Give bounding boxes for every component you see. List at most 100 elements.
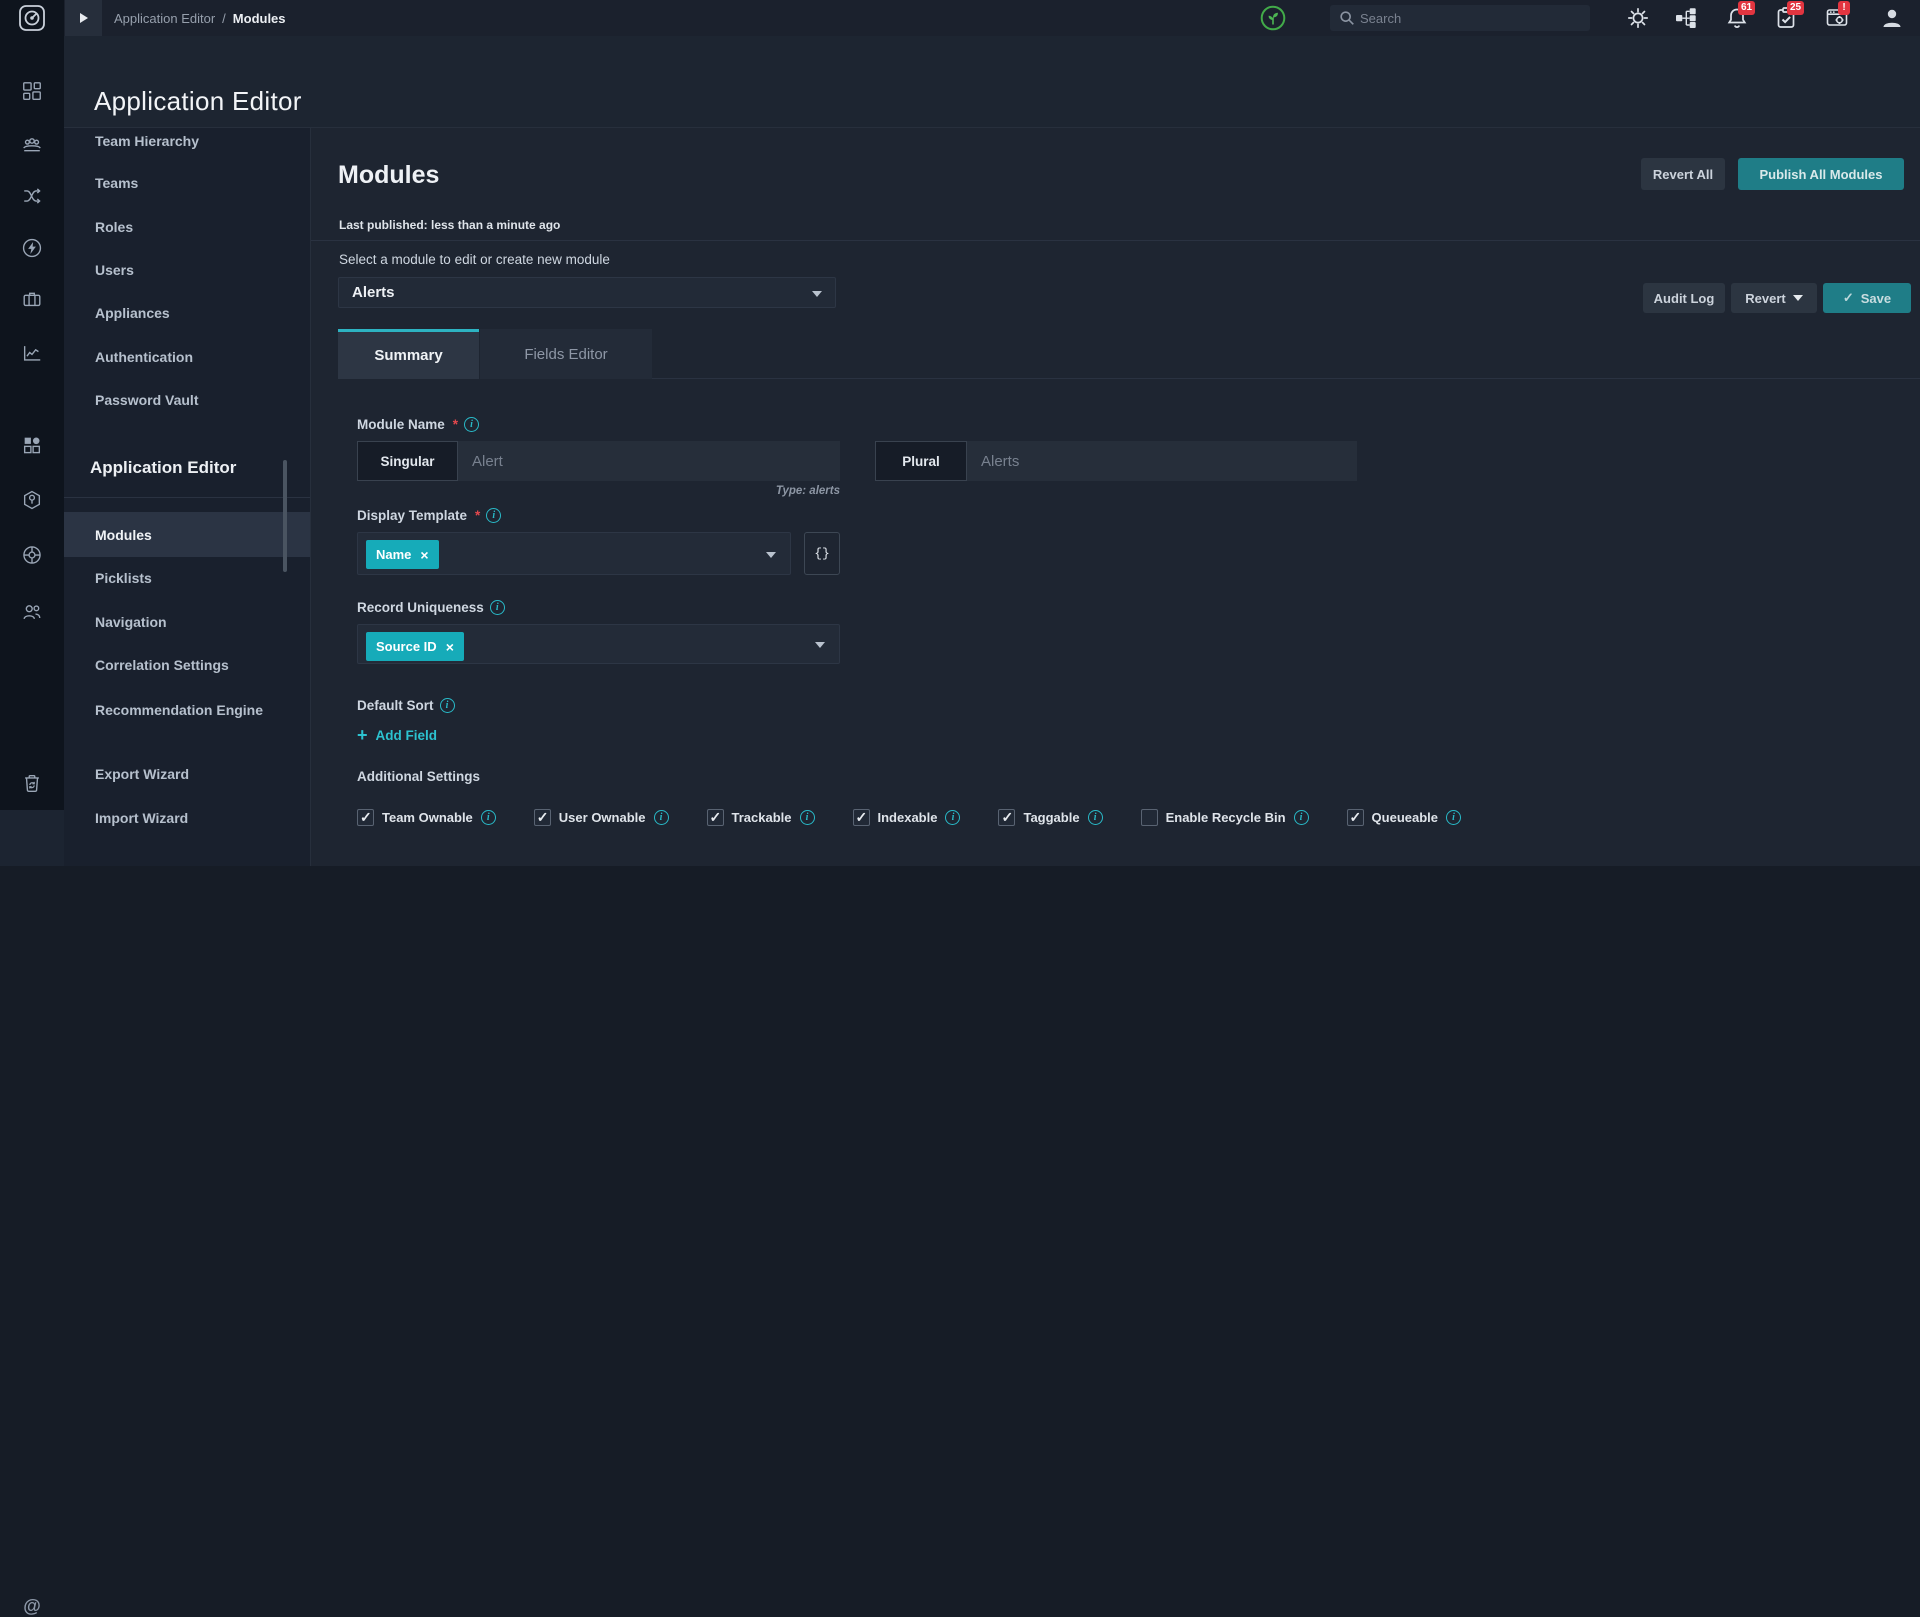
settings-gear-icon[interactable] <box>1626 6 1650 30</box>
info-icon[interactable]: i <box>1293 810 1309 825</box>
user-ownable-checkbox[interactable] <box>533 809 551 826</box>
additional-settings-label-text: Additional Settings <box>357 769 480 784</box>
module-name-label: Module Name * i <box>357 417 1900 432</box>
sidebar-item-recommendation-engine[interactable]: Recommendation Engine <box>64 699 264 721</box>
war-room-briefcase-icon[interactable] <box>21 288 43 310</box>
singular-name-input[interactable]: Alert <box>458 441 840 481</box>
search-input[interactable] <box>1360 5 1585 31</box>
module-select-dropdown[interactable]: Alerts <box>338 277 836 308</box>
setting-trackable: Trackable i <box>706 809 815 826</box>
module-select-value: Alerts <box>352 284 395 301</box>
breadcrumb-section[interactable]: Application Editor <box>114 11 215 26</box>
chevron-down-icon <box>766 552 776 558</box>
sidebar-item-export-wizard[interactable]: Export Wizard <box>64 764 310 784</box>
user-community-icon[interactable] <box>21 601 43 623</box>
display-template-select[interactable]: Name × <box>357 532 791 575</box>
queueable-checkbox[interactable] <box>1346 809 1364 826</box>
info-icon[interactable]: i <box>464 417 480 432</box>
sidebar-item-password-vault[interactable]: Password Vault <box>64 390 310 410</box>
info-icon[interactable]: i <box>480 810 496 825</box>
record-uniqueness-select[interactable]: Source ID × <box>357 624 840 664</box>
widgets-icon[interactable] <box>21 434 43 456</box>
sidebar-item-appliances[interactable]: Appliances <box>64 303 310 323</box>
sidebar-item-users[interactable]: Users <box>64 260 310 280</box>
setting-team-ownable: Team Ownable i <box>357 809 496 826</box>
notifications-bell-icon[interactable]: 61 <box>1725 1 1756 30</box>
approvals-clipboard-icon[interactable]: 25 <box>1774 1 1805 30</box>
rail-bottom-section: @ <box>0 810 64 1616</box>
help-wheel-icon[interactable] <box>21 544 43 566</box>
revert-button[interactable]: Revert <box>1731 283 1817 313</box>
info-icon[interactable]: i <box>799 810 815 825</box>
app-logo[interactable] <box>0 0 64 36</box>
page-title: Application Editor <box>94 86 302 116</box>
system-health-icon[interactable] <box>1260 5 1286 31</box>
enable-recycle-bin-checkbox[interactable] <box>1140 809 1158 826</box>
icon-rail: @ <box>0 36 64 1616</box>
sidebar-item-team-hierarchy[interactable]: Team Hierarchy <box>64 131 310 151</box>
info-icon[interactable]: i <box>439 698 455 713</box>
system-tasks-icon[interactable]: ! <box>1825 1 1850 30</box>
indexable-checkbox[interactable] <box>852 809 870 826</box>
breadcrumb-page[interactable]: Modules <box>233 11 286 26</box>
sidebar-item-import-wizard[interactable]: Import Wizard <box>64 808 310 828</box>
approvals-badge: 25 <box>1787 1 1805 15</box>
display-template-label-text: Display Template <box>357 508 468 523</box>
shuffle-icon[interactable] <box>21 185 43 207</box>
chip-remove-icon[interactable]: × <box>420 547 428 563</box>
revert-all-button[interactable]: Revert All <box>1641 158 1725 190</box>
automation-bolt-icon[interactable] <box>21 237 43 259</box>
info-icon[interactable]: i <box>486 508 502 523</box>
compass-logo-icon <box>19 5 45 31</box>
taggable-checkbox[interactable] <box>998 809 1016 826</box>
reports-chart-icon[interactable] <box>21 342 43 364</box>
sidebar-section-title: Application Editor <box>90 458 237 477</box>
page-title-band: Application Editor <box>64 36 1920 128</box>
notifications-badge: 61 <box>1738 1 1756 15</box>
save-button[interactable]: ✓ Save <box>1823 283 1911 313</box>
setting-user-ownable: User Ownable i <box>533 809 669 826</box>
setting-taggable: Taggable i <box>998 809 1103 826</box>
tab-fields-editor[interactable]: Fields Editor <box>479 329 652 379</box>
publish-all-modules-button[interactable]: Publish All Modules <box>1738 158 1904 190</box>
info-icon[interactable]: i <box>489 600 505 615</box>
audit-log-button[interactable]: Audit Log <box>1643 283 1725 313</box>
tab-summary[interactable]: Summary <box>338 329 479 379</box>
global-search <box>1330 5 1590 31</box>
connectors-package-icon[interactable] <box>21 489 43 511</box>
checkbox-label: Enable Recycle Bin <box>1165 810 1286 825</box>
sidebar-divider <box>64 497 310 498</box>
sidebar-item-navigation[interactable]: Navigation <box>64 612 310 632</box>
module-name-label-text: Module Name <box>357 417 445 432</box>
plural-name-input[interactable]: Alerts <box>967 441 1357 481</box>
header-divider <box>311 240 1920 241</box>
sidebar-item-correlation-settings[interactable]: Correlation Settings <box>64 655 310 675</box>
json-template-button[interactable]: {} <box>804 532 840 575</box>
recycle-bin-icon[interactable] <box>21 772 43 794</box>
sidebar-collapse-button[interactable] <box>65 0 102 36</box>
setting-queueable: Queueable i <box>1346 809 1461 826</box>
sidebar-item-picklists[interactable]: Picklists <box>64 568 310 588</box>
trackable-checkbox[interactable] <box>706 809 724 826</box>
checkbox-label: Queueable <box>1371 810 1438 825</box>
sidebar-item-teams[interactable]: Teams <box>64 173 310 193</box>
sidebar-item-roles[interactable]: Roles <box>64 217 310 237</box>
sidebar-item-authentication[interactable]: Authentication <box>64 347 310 367</box>
user-avatar-icon[interactable] <box>1880 6 1904 30</box>
info-icon[interactable]: i <box>1446 810 1461 825</box>
mentions-at-icon[interactable]: @ <box>0 1596 64 1617</box>
sidebar-item-modules[interactable]: Modules <box>64 512 310 557</box>
team-ownable-checkbox[interactable] <box>357 809 374 826</box>
info-icon[interactable]: i <box>945 810 961 825</box>
queue-management-icon[interactable] <box>21 133 43 155</box>
sitemap-hierarchy-icon[interactable] <box>1674 6 1698 30</box>
sidebar-scrollbar[interactable] <box>283 460 287 572</box>
search-icon <box>1340 11 1354 25</box>
dashboard-icon[interactable] <box>21 80 43 102</box>
record-uniqueness-label-text: Record Uniqueness <box>357 600 484 615</box>
info-icon[interactable]: i <box>1087 810 1103 825</box>
chip-remove-icon[interactable]: × <box>446 639 454 655</box>
chevron-down-icon <box>812 291 822 297</box>
info-icon[interactable]: i <box>653 810 669 825</box>
add-field-link[interactable]: + Add Field <box>357 726 1900 744</box>
